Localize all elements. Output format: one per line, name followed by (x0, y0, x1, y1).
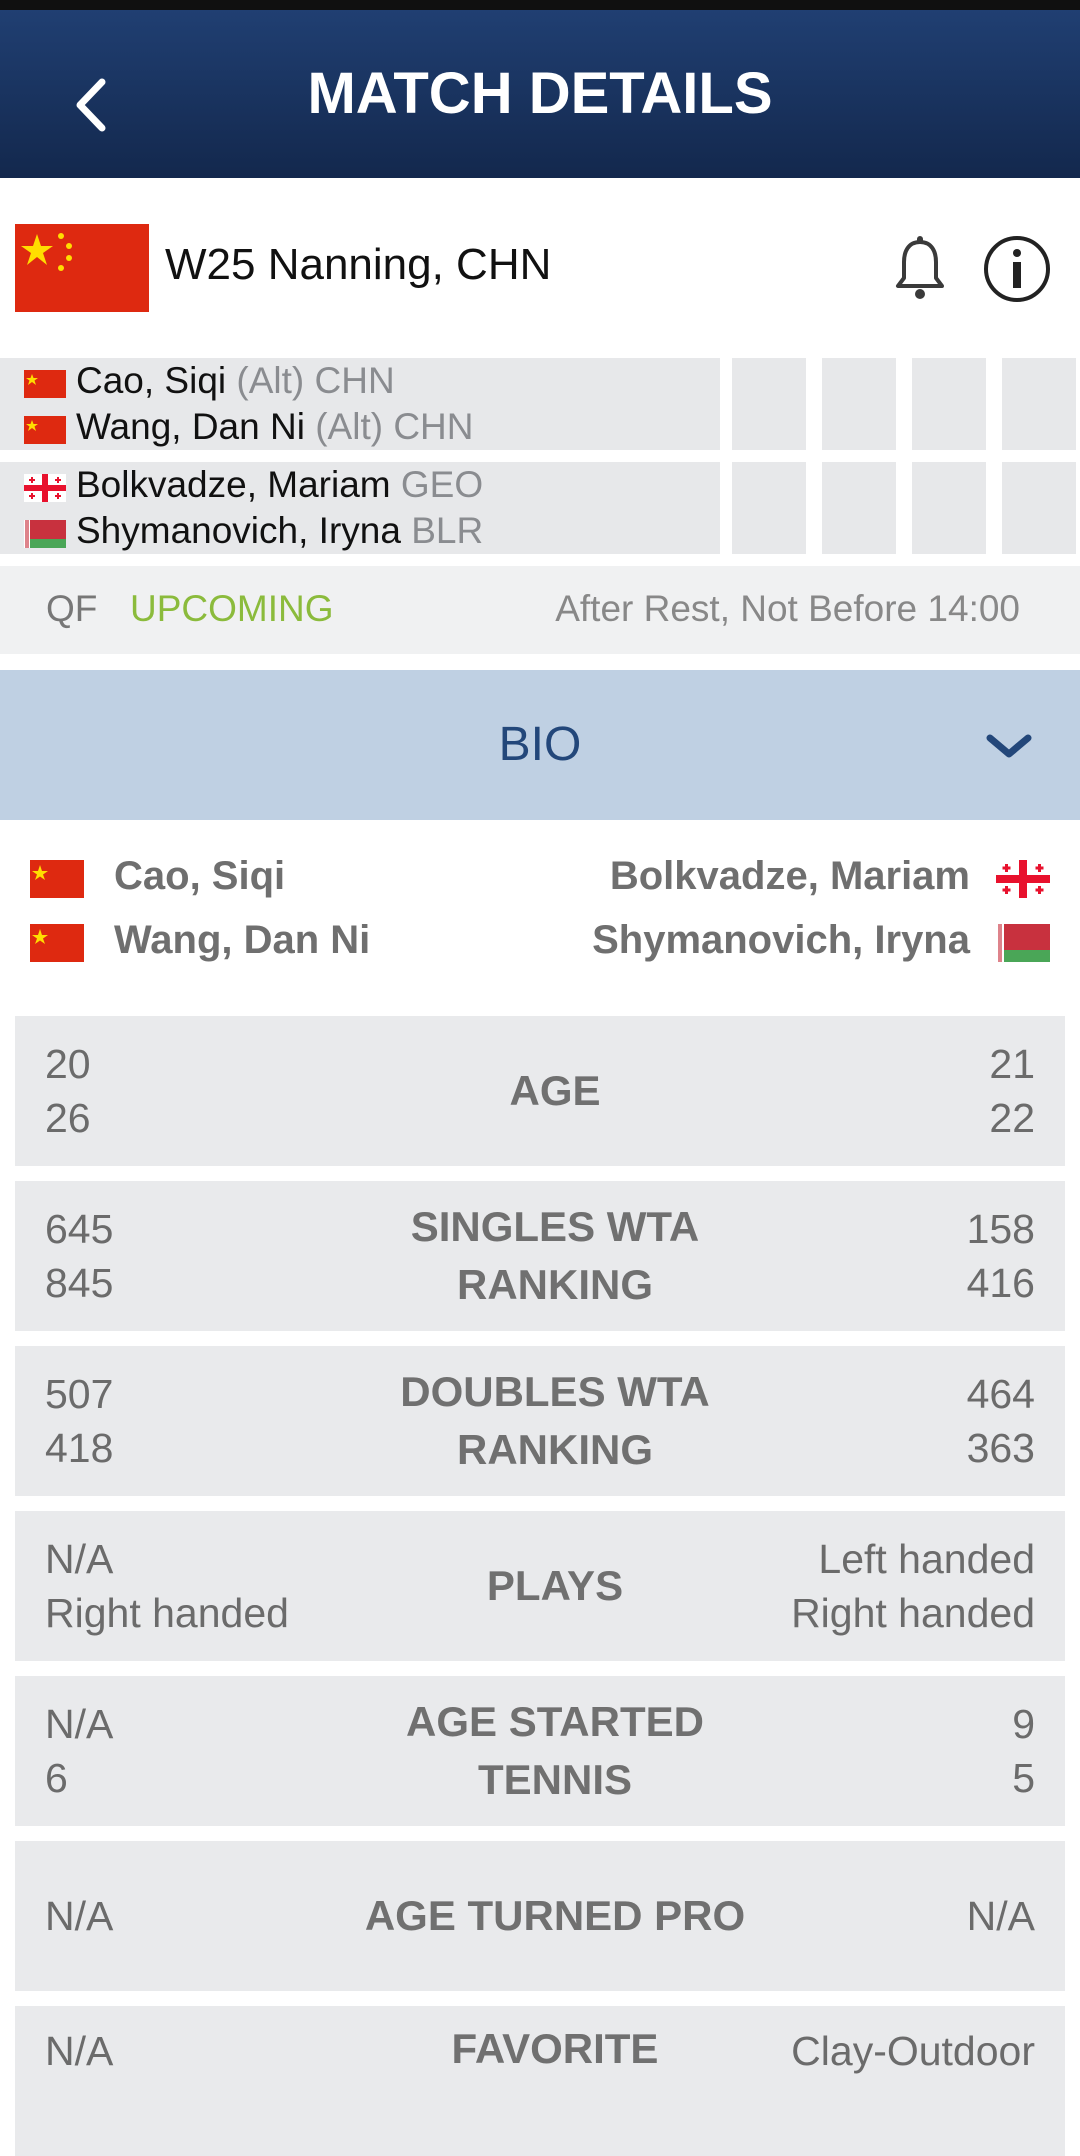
score-box (732, 358, 806, 450)
player-country: CHN (393, 406, 474, 447)
scoreboard: Cao, Siqi (Alt) CHN Wang, Dan Ni (Alt) C… (0, 354, 1080, 554)
score-box (822, 462, 896, 554)
status-strip (0, 0, 1080, 10)
bio-player-name: Bolkvadze, Mariam (609, 854, 970, 898)
stat-left-value: N/A (45, 1893, 114, 1939)
stat-left-value: 418 (45, 1425, 114, 1471)
match-round: QF (46, 588, 98, 629)
china-flag-icon (24, 416, 66, 444)
stat-right-value: 158 (966, 1206, 1035, 1252)
china-flag-icon (15, 224, 149, 312)
tournament-row: W25 Nanning, CHN (0, 178, 1080, 354)
score-box (732, 462, 806, 554)
info-icon[interactable] (982, 234, 1052, 304)
score-box (1002, 358, 1076, 450)
match-schedule: After Rest, Not Before 14:00 (555, 588, 1020, 629)
stat-row-age: 20 26 AGE 21 22 (15, 1016, 1065, 1166)
match-state: UPCOMING (130, 588, 334, 629)
stat-right-value: 21 (989, 1041, 1035, 1087)
score-box (822, 358, 896, 450)
stat-right-value: 464 (966, 1371, 1035, 1417)
player-tag: (Alt) (236, 360, 305, 401)
stat-label: AGE STARTED TENNIS (406, 1698, 704, 1803)
stat-label: AGE (509, 1067, 601, 1114)
player-country: GEO (400, 464, 484, 505)
bio-player-name: Cao, Siqi (114, 854, 286, 898)
player-name[interactable]: Cao, Siqi (76, 360, 226, 401)
bio-player-name: Wang, Dan Ni (114, 918, 371, 962)
score-box (1002, 462, 1076, 554)
player-row: Shymanovich, Iryna BLR (0, 508, 720, 554)
player-name[interactable]: Shymanovich, Iryna (76, 510, 401, 551)
stat-right-value: 9 (1012, 1701, 1035, 1747)
stat-right-value: Left handed (818, 1536, 1035, 1582)
china-flag-icon (24, 370, 66, 398)
player-row: Cao, Siqi (Alt) CHN (0, 358, 720, 404)
player-country: BLR (411, 510, 484, 551)
player-row: Bolkvadze, Mariam GEO (0, 462, 720, 508)
bio-player-name: Shymanovich, Iryna (592, 918, 970, 962)
belarus-flag-icon (996, 924, 1050, 962)
stat-label: PLAYS (486, 1562, 624, 1609)
stat-row-age-started: N/A 6 AGE STARTED TENNIS 9 5 (15, 1676, 1065, 1826)
tournament-name: W25 Nanning, CHN (165, 240, 552, 289)
bell-icon[interactable] (892, 236, 948, 302)
stat-left-value: N/A (45, 1536, 114, 1582)
stat-row-favorite: N/A FAVORITE Clay-Outdoor (15, 2006, 1065, 2156)
team-1: Cao, Siqi (Alt) CHN Wang, Dan Ni (Alt) C… (0, 358, 720, 450)
stat-right-value: N/A (966, 1893, 1035, 1939)
belarus-flag-icon (24, 520, 66, 548)
stat-right-value: 5 (1012, 1755, 1035, 1801)
stat-left-value: 645 (45, 1206, 114, 1252)
stat-left-value: N/A (45, 2028, 114, 2074)
match-status-bar: QF UPCOMING After Rest, Not Before 14:00 (0, 566, 1080, 654)
stat-left-value: Right handed (45, 1590, 289, 1636)
player-name[interactable]: Bolkvadze, Mariam (76, 464, 391, 505)
chevron-down-icon (986, 734, 1032, 758)
player-name[interactable]: Wang, Dan Ni (76, 406, 305, 447)
team-2: Bolkvadze, Mariam GEO Shymanovich, Iryna… (0, 462, 720, 554)
bio-section-toggle[interactable]: BIO (0, 670, 1080, 820)
china-flag-icon (30, 860, 84, 898)
georgia-flag-icon (996, 860, 1050, 898)
stat-row-singles-ranking: 645 845 SINGLES WTA RANKING 158 416 (15, 1181, 1065, 1331)
stat-label: SINGLES WTA RANKING (410, 1203, 700, 1308)
stat-right-value: 363 (966, 1425, 1035, 1471)
player-tag: (Alt) (315, 406, 384, 447)
stat-left-value: 20 (45, 1041, 91, 1087)
stat-row-plays: N/A Right handed PLAYS Left handed Right h… (15, 1511, 1065, 1661)
stat-left-value: 845 (45, 1260, 114, 1306)
app-header: MATCH DETAILS (0, 10, 1080, 178)
score-box (912, 462, 986, 554)
bio-title: BIO (498, 718, 582, 771)
stat-left-value: 507 (45, 1371, 114, 1417)
score-box (912, 358, 986, 450)
player-row: Wang, Dan Ni (Alt) CHN (0, 404, 720, 450)
stat-row-turned-pro: N/A AGE TURNED PRO N/A (15, 1841, 1065, 1991)
china-flag-icon (30, 924, 84, 962)
stat-label: FAVORITE (451, 2025, 659, 2072)
stat-right-value: Clay-Outdoor (791, 2028, 1035, 2074)
stat-left-value: 26 (45, 1095, 91, 1141)
stat-left-value: 6 (45, 1755, 68, 1801)
stat-label: AGE TURNED PRO (364, 1892, 746, 1939)
page-title: MATCH DETAILS (307, 61, 773, 126)
georgia-flag-icon (24, 474, 66, 502)
bio-players: Cao, Siqi Wang, Dan Ni Bolkvadze, Mariam… (0, 836, 1080, 996)
player-country: CHN (314, 360, 395, 401)
stat-right-value: 22 (989, 1095, 1035, 1141)
stat-right-value: 416 (966, 1260, 1035, 1306)
stat-left-value: N/A (45, 1701, 114, 1747)
stat-label: DOUBLES WTA RANKING (400, 1368, 710, 1473)
stat-row-doubles-ranking: 507 418 DOUBLES WTA RANKING 464 363 (15, 1346, 1065, 1496)
stat-right-value: Right handed (791, 1590, 1035, 1636)
